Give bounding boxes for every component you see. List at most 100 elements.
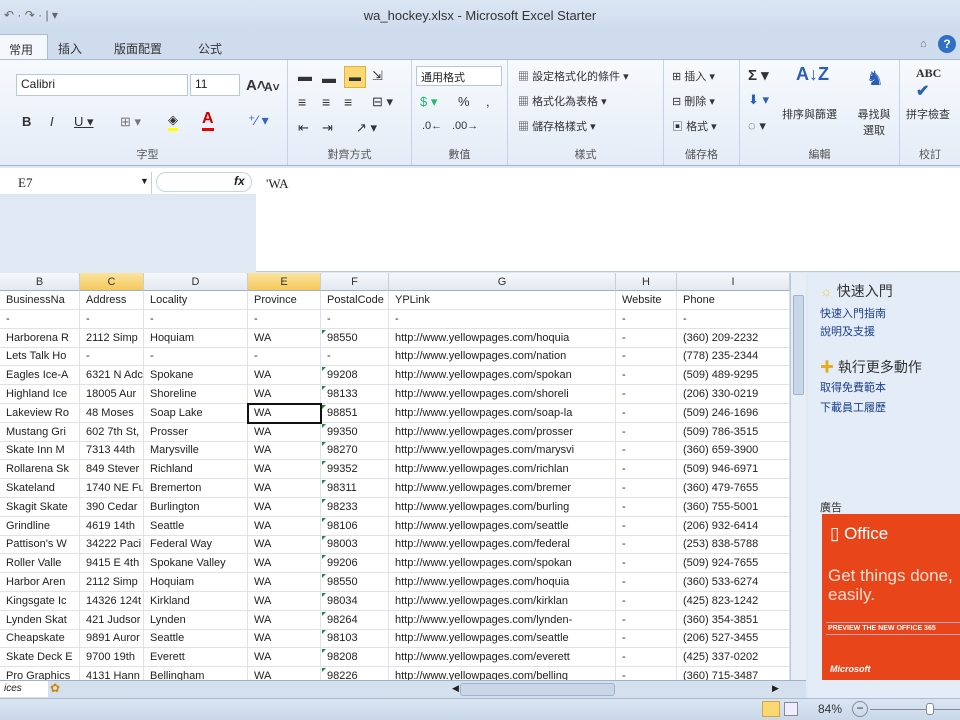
cell-B17[interactable]: Kingsgate Ic (0, 591, 80, 611)
align-middle-icon[interactable]: ▬ (322, 70, 336, 86)
cell-G19[interactable]: http://www.yellowpages.com/seattle (389, 629, 616, 649)
cell-I20[interactable]: (425) 337-0202 (677, 648, 790, 668)
cell-F10[interactable]: 99352 (321, 460, 389, 480)
cell-F6[interactable]: 98133 (321, 385, 389, 404)
cell-B14[interactable]: Pattison's W (0, 535, 80, 555)
cell-G13[interactable]: http://www.yellowpages.com/seattle (389, 516, 616, 536)
zoom-slider[interactable] (870, 709, 960, 710)
cell-B12[interactable]: Skagit Skate (0, 497, 80, 517)
office-ad-banner[interactable]: ▯ Office Get things done, easily. PREVIE… (822, 514, 960, 680)
cell-E13[interactable]: WA (248, 516, 321, 536)
cell-C12[interactable]: 390 Cedar (80, 497, 144, 517)
column-header-G[interactable]: G (389, 273, 616, 291)
ad-cta[interactable]: PREVIEW THE NEW OFFICE 365 (826, 622, 960, 635)
percent-icon[interactable]: % (458, 94, 470, 109)
font-size-select[interactable]: 11 (190, 74, 240, 96)
column-header-E[interactable]: E (248, 273, 321, 291)
tab-insert[interactable]: 插入 (44, 34, 96, 60)
cell-I9[interactable]: (360) 659-3900 (677, 441, 790, 461)
align-top-icon[interactable]: ▬ (298, 68, 312, 84)
font-name-select[interactable]: Calibri (16, 74, 188, 96)
cell-E5[interactable]: WA (248, 366, 321, 386)
cell-C20[interactable]: 9700 19th (80, 648, 144, 668)
spelling-icon[interactable]: ABC ✔ (916, 66, 941, 101)
cell-C6[interactable]: 18005 Aur (80, 385, 144, 404)
cell-F9[interactable]: 98270 (321, 441, 389, 461)
cell-F21[interactable]: 98226 (321, 667, 389, 680)
cell-G7[interactable]: http://www.yellowpages.com/soap-la (389, 403, 616, 423)
minimize-ribbon-icon[interactable]: ⌂ (920, 38, 927, 50)
cell-C16[interactable]: 2112 Simp (80, 573, 144, 592)
cell-D1[interactable]: Locality (144, 291, 248, 310)
cell-H11[interactable]: - (616, 479, 677, 498)
cell-B6[interactable]: Highland Ice (0, 385, 80, 404)
cell-B1[interactable]: BusinessNa (0, 291, 80, 310)
cell-B9[interactable]: Skate Inn M (0, 441, 80, 461)
cell-F12[interactable]: 98233 (321, 497, 389, 517)
cell-F3[interactable]: 98550 (321, 328, 389, 348)
cell-H3[interactable]: - (616, 328, 677, 348)
column-header-I[interactable]: I (677, 273, 790, 291)
italic-button[interactable]: I (50, 114, 54, 129)
cell-E18[interactable]: WA (248, 610, 321, 630)
find-select-icon[interactable]: ♞ (866, 66, 884, 91)
conditional-formatting-button[interactable]: ▦ 設定格式化的條件 ▾ (518, 68, 629, 84)
cell-H8[interactable]: - (616, 422, 677, 442)
cell-G18[interactable]: http://www.yellowpages.com/lynden- (389, 610, 616, 630)
cell-G10[interactable]: http://www.yellowpages.com/richlan (389, 460, 616, 480)
page-layout-view-icon[interactable] (784, 702, 798, 716)
cell-D5[interactable]: Spokane (144, 366, 248, 386)
cell-I19[interactable]: (206) 527-3455 (677, 629, 790, 649)
cell-G6[interactable]: http://www.yellowpages.com/shoreli (389, 385, 616, 404)
cell-E9[interactable]: WA (248, 441, 321, 461)
cell-I6[interactable]: (206) 330-0219 (677, 385, 790, 404)
cell-E4[interactable]: - (248, 347, 321, 367)
zoom-slider-thumb[interactable] (926, 703, 934, 715)
decrease-decimal-icon[interactable]: .00→ (452, 120, 478, 132)
cell-I21[interactable]: (360) 715-3487 (677, 667, 790, 680)
cell-I14[interactable]: (253) 838-5788 (677, 535, 790, 555)
cell-H13[interactable]: - (616, 516, 677, 536)
tab-home[interactable]: 常用 (0, 34, 49, 60)
cell-H2[interactable]: - (616, 309, 677, 329)
cell-G4[interactable]: http://www.yellowpages.com/nation (389, 347, 616, 367)
comma-icon[interactable]: , (486, 94, 490, 109)
cell-G14[interactable]: http://www.yellowpages.com/federal (389, 535, 616, 555)
cell-D21[interactable]: Bellingham (144, 667, 248, 680)
cell-D19[interactable]: Seattle (144, 629, 248, 649)
increase-decimal-icon[interactable]: .0← (422, 120, 442, 132)
cell-G9[interactable]: http://www.yellowpages.com/marysvi (389, 441, 616, 461)
cell-I17[interactable]: (425) 823-1242 (677, 591, 790, 611)
cell-C7[interactable]: 48 Moses (80, 403, 144, 423)
cell-B13[interactable]: Grindline (0, 516, 80, 536)
quick-start-guide-link[interactable]: 快速入門指南 (820, 305, 886, 321)
cell-D3[interactable]: Hoquiam (144, 328, 248, 348)
cell-E14[interactable]: WA (248, 535, 321, 555)
cell-B2[interactable]: - (0, 309, 80, 329)
cell-H6[interactable]: - (616, 385, 677, 404)
format-cells-button[interactable]: ▣ 格式 ▾ (672, 118, 717, 134)
cell-D15[interactable]: Spokane Valley (144, 554, 248, 574)
cell-D6[interactable]: Shoreline (144, 385, 248, 404)
name-box-dropdown-icon[interactable]: ▼ (140, 176, 149, 186)
normal-view-icon[interactable] (762, 701, 780, 717)
cell-E12[interactable]: WA (248, 497, 321, 517)
increase-indent-icon[interactable]: ⇥ (322, 120, 333, 136)
cell-E8[interactable]: WA (248, 422, 321, 442)
align-right-icon[interactable]: ≡ (344, 94, 352, 110)
cell-C8[interactable]: 602 7th St, (80, 422, 144, 442)
find-select-button[interactable]: 尋找與選取 (854, 106, 894, 138)
name-box[interactable]: E7 (0, 172, 152, 194)
cell-F14[interactable]: 98003 (321, 535, 389, 555)
currency-icon[interactable]: $ ▾ (420, 94, 437, 110)
horizontal-scroll-thumb[interactable] (460, 683, 615, 696)
cell-B19[interactable]: Cheapskate (0, 629, 80, 649)
cell-B11[interactable]: Skateland (0, 479, 80, 498)
underline-button[interactable]: U ▾ (74, 114, 94, 130)
font-color-icon[interactable]: A (202, 110, 214, 131)
bold-button[interactable]: B (22, 114, 31, 129)
cell-D9[interactable]: Marysville (144, 441, 248, 461)
column-header-C[interactable]: C (80, 273, 144, 291)
align-left-icon[interactable]: ≡ (298, 94, 306, 110)
cell-F7[interactable]: 98851 (321, 403, 389, 423)
